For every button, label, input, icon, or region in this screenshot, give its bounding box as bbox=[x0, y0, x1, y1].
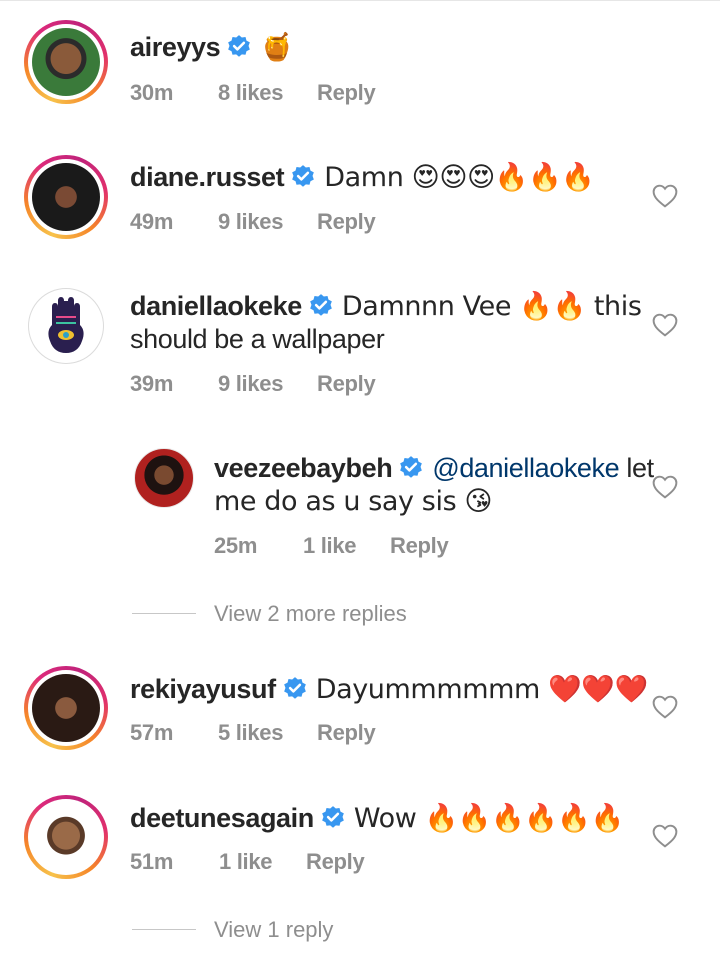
comment-likes[interactable]: 8 likes bbox=[218, 80, 283, 106]
comment-likes[interactable]: 9 likes bbox=[218, 209, 283, 235]
heart-outline-icon[interactable] bbox=[652, 184, 678, 208]
top-divider bbox=[0, 0, 720, 1]
comment-likes[interactable]: 1 like bbox=[303, 533, 357, 559]
hamsa-icon bbox=[48, 297, 84, 353]
comment-time: 30m bbox=[130, 80, 174, 105]
verified-badge-icon bbox=[228, 35, 251, 57]
avatar-aireyys[interactable] bbox=[24, 20, 108, 104]
comment-time: 51m bbox=[130, 849, 174, 874]
verified-badge-icon bbox=[400, 456, 423, 478]
reply-button[interactable]: Reply bbox=[306, 849, 365, 875]
verified-badge-icon bbox=[322, 806, 344, 828]
comment-likes[interactable]: 9 likes bbox=[218, 371, 283, 397]
verified-badge-icon bbox=[292, 165, 315, 187]
reply-button[interactable]: Reply bbox=[317, 371, 376, 397]
comment-likes[interactable]: 5 likes bbox=[218, 720, 283, 746]
avatar-daniellaokeke[interactable] bbox=[28, 288, 104, 364]
reply-button[interactable]: Reply bbox=[317, 209, 376, 235]
comment-username[interactable]: rekiyayusuf bbox=[130, 674, 276, 704]
comment-username[interactable]: deetunesagain bbox=[130, 803, 314, 833]
comment-username[interactable]: diane.russet bbox=[130, 162, 285, 192]
comment-text: 🍯 bbox=[260, 32, 294, 63]
view-more-replies-button[interactable]: View 2 more replies bbox=[214, 601, 407, 627]
comment-time: 49m bbox=[130, 209, 174, 234]
reply-button[interactable]: Reply bbox=[317, 720, 376, 746]
view-one-reply-button[interactable]: View 1 reply bbox=[214, 917, 333, 943]
comment-time: 39m bbox=[130, 371, 174, 396]
comment-text-line1: let bbox=[619, 453, 654, 483]
comment-time: 57m bbox=[130, 720, 174, 745]
comment-username[interactable]: aireyys bbox=[130, 32, 221, 62]
reply-button[interactable]: Reply bbox=[390, 533, 449, 559]
comment-text-line2: me do as u say sis 😘 bbox=[214, 486, 493, 517]
heart-outline-icon[interactable] bbox=[652, 475, 678, 499]
comment-text: Wow 🔥🔥🔥🔥🔥🔥 bbox=[353, 803, 624, 834]
comment-text-line2: should be a wallpaper bbox=[130, 324, 385, 354]
avatar-deetunesagain[interactable] bbox=[24, 795, 108, 879]
comment-text: Damn 😍😍😍🔥🔥🔥 bbox=[324, 162, 595, 193]
heart-outline-icon[interactable] bbox=[652, 313, 678, 337]
verified-badge-icon bbox=[283, 677, 306, 699]
avatar-rekiyayusuf[interactable] bbox=[24, 666, 108, 750]
heart-outline-icon[interactable] bbox=[652, 824, 678, 848]
verified-badge-icon bbox=[310, 294, 332, 316]
comment-username[interactable]: veezeebaybeh bbox=[214, 453, 393, 483]
comment-time: 25m bbox=[214, 533, 258, 558]
comment-likes[interactable]: 1 like bbox=[219, 849, 273, 875]
comment-username[interactable]: daniellaokeke bbox=[130, 291, 302, 321]
replies-divider bbox=[132, 929, 196, 930]
comment-text: Dayummmmmm ❤️❤️❤️ bbox=[315, 674, 648, 705]
avatar-veezeebaybeh[interactable] bbox=[134, 448, 194, 508]
replies-divider bbox=[132, 613, 196, 614]
mention-link[interactable]: @daniellaokeke bbox=[432, 453, 619, 483]
avatar-diane-russet[interactable] bbox=[24, 155, 108, 239]
heart-outline-icon[interactable] bbox=[652, 695, 678, 719]
reply-button[interactable]: Reply bbox=[317, 80, 376, 106]
comment-text-line1: Damnnn Vee 🔥🔥 this bbox=[341, 291, 642, 322]
